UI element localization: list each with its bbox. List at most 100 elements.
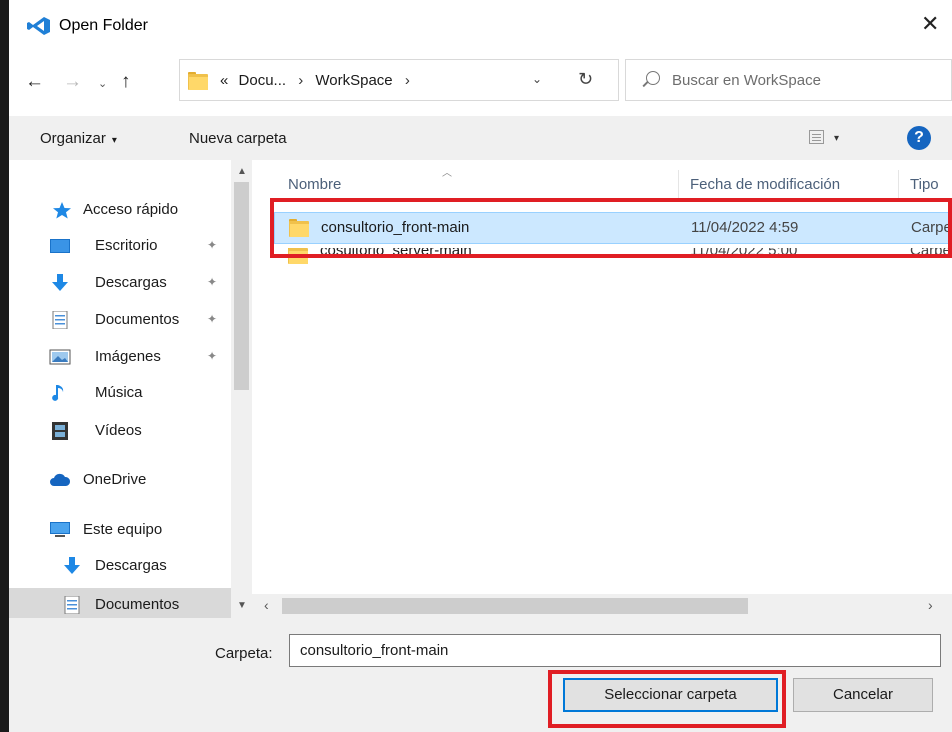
desktop-icon xyxy=(50,239,70,253)
pin-icon[interactable]: ✦ xyxy=(207,238,217,252)
nav-item-label: OneDrive xyxy=(83,471,147,488)
nav-item-label: Este equipo xyxy=(83,521,163,538)
nav-item-pictures[interactable]: Imágenes ✦ xyxy=(9,340,231,374)
nav-item-label: Escritorio xyxy=(95,237,158,254)
nav-item-label: Acceso rápido xyxy=(83,201,179,218)
up-arrow-icon[interactable]: ↑ xyxy=(121,70,131,94)
nav-item-downloads-pc[interactable]: Descargas xyxy=(9,549,231,583)
folder-icon xyxy=(289,219,311,237)
file-type: Carpeta xyxy=(911,219,952,236)
document-icon xyxy=(52,311,68,329)
forward-arrow-icon[interactable]: → xyxy=(63,70,82,94)
caret-down-icon: ▾ xyxy=(111,135,117,146)
column-header-date[interactable]: Fecha de modificación xyxy=(690,176,840,193)
nav-item-downloads[interactable]: Descargas ✦ xyxy=(9,266,231,300)
scroll-down-icon[interactable]: ▼ xyxy=(237,600,247,611)
scrollbar-thumb[interactable] xyxy=(282,598,748,614)
download-icon xyxy=(52,274,68,291)
help-icon[interactable]: ? xyxy=(907,126,931,150)
nav-item-music[interactable]: Música xyxy=(9,376,231,410)
title-bar: Open Folder ✕ xyxy=(9,0,952,52)
close-icon[interactable]: ✕ xyxy=(921,12,939,36)
pin-icon[interactable]: ✦ xyxy=(207,275,217,289)
view-options-button[interactable]: ▾ xyxy=(809,128,839,145)
command-bar: Organizar ▾ Nueva carpeta ▾ ? xyxy=(9,116,952,160)
pin-icon[interactable]: ✦ xyxy=(207,349,217,363)
breadcrumb-item[interactable]: WorkSpace xyxy=(315,72,392,89)
sort-ascending-icon: ︿ xyxy=(442,168,452,179)
column-divider[interactable] xyxy=(898,170,899,200)
nav-scrollbar[interactable]: ▲ ▼ xyxy=(231,160,252,618)
file-date: 11/04/2022 4:59 xyxy=(691,219,799,236)
breadcrumb-separator[interactable]: › xyxy=(405,72,410,89)
cancel-button[interactable]: Cancelar xyxy=(793,678,933,712)
scroll-left-icon[interactable]: ‹ xyxy=(264,597,269,613)
computer-icon xyxy=(50,522,70,537)
window-left-edge xyxy=(0,0,9,732)
column-header-type[interactable]: Tipo xyxy=(910,176,939,193)
nav-item-this-pc[interactable]: Este equipo xyxy=(9,513,231,547)
horizontal-scrollbar[interactable]: ‹ › xyxy=(252,594,952,618)
vscode-icon xyxy=(27,17,50,35)
breadcrumb-item[interactable]: Docu... xyxy=(239,72,287,89)
breadcrumb-separator[interactable]: › xyxy=(298,72,303,89)
search-input[interactable] xyxy=(672,60,942,100)
document-icon xyxy=(64,596,80,614)
window-title: Open Folder xyxy=(59,17,148,34)
file-name: cosultorio_server-main xyxy=(320,248,472,259)
file-row[interactable]: cosultorio_server-main 11/04/2022 5:00 C… xyxy=(274,248,952,270)
folder-name-field[interactable] xyxy=(289,634,941,667)
nav-item-label: Música xyxy=(95,384,143,401)
nav-item-label: Vídeos xyxy=(95,422,142,439)
nav-item-videos[interactable]: Vídeos xyxy=(9,414,231,448)
address-row: ← → ⌄ ↑ « Docu... › WorkSpace › ⌄ ↻ xyxy=(9,52,952,116)
column-header-name[interactable]: Nombre xyxy=(288,176,341,193)
music-icon xyxy=(52,385,64,401)
caret-down-icon: ▾ xyxy=(834,133,840,144)
nav-item-documents-pc[interactable]: Documentos xyxy=(9,588,231,622)
folder-icon xyxy=(188,72,210,90)
nav-item-label: Documentos xyxy=(95,596,180,613)
file-list: ︿ Nombre Fecha de modificación Tipo cons… xyxy=(252,160,952,618)
organize-button[interactable]: Organizar ▾ xyxy=(40,130,117,147)
back-arrow-icon[interactable]: ← xyxy=(25,70,44,94)
file-row[interactable]: consultorio_front-main 11/04/2022 4:59 C… xyxy=(274,212,952,244)
search-box xyxy=(625,59,952,101)
navigation-pane: Acceso rápido Escritorio ✦ Descargas ✦ D… xyxy=(9,160,252,622)
nav-item-desktop[interactable]: Escritorio ✦ xyxy=(9,229,231,263)
search-icon xyxy=(646,71,660,85)
nav-item-label: Documentos xyxy=(95,311,180,328)
file-type: Carpeta xyxy=(910,248,952,259)
nav-item-quick-access[interactable]: Acceso rápido xyxy=(9,193,231,227)
nav-item-label: Descargas xyxy=(95,274,167,291)
dialog-footer: Carpeta: Seleccionar carpeta Cancelar xyxy=(9,618,952,732)
refresh-icon[interactable]: ↻ xyxy=(578,69,593,90)
pin-icon[interactable]: ✦ xyxy=(207,312,217,326)
pictures-icon xyxy=(49,349,71,365)
file-date: 11/04/2022 5:00 xyxy=(690,248,798,259)
column-divider[interactable] xyxy=(678,170,679,200)
recent-locations-icon[interactable]: ⌄ xyxy=(98,72,107,96)
folder-icon xyxy=(288,248,310,264)
new-folder-button[interactable]: Nueva carpeta xyxy=(189,130,287,147)
scrollbar-thumb[interactable] xyxy=(234,182,249,390)
nav-item-label: Imágenes xyxy=(95,348,161,365)
scroll-up-icon[interactable]: ▲ xyxy=(237,166,247,177)
nav-item-documents[interactable]: Documentos ✦ xyxy=(9,303,231,337)
star-icon xyxy=(53,202,71,219)
chevron-down-icon[interactable]: ⌄ xyxy=(532,72,542,86)
cloud-icon xyxy=(50,473,71,486)
download-icon xyxy=(64,557,80,574)
view-details-icon xyxy=(809,130,824,145)
nav-item-onedrive[interactable]: OneDrive xyxy=(9,463,231,497)
folder-field-label: Carpeta: xyxy=(215,645,273,662)
nav-item-label: Descargas xyxy=(95,557,167,574)
select-folder-button[interactable]: Seleccionar carpeta xyxy=(563,678,778,712)
organize-label: Organizar xyxy=(40,130,106,147)
file-name: consultorio_front-main xyxy=(321,219,470,236)
scroll-right-icon[interactable]: › xyxy=(928,597,933,613)
breadcrumb-overflow[interactable]: « xyxy=(220,72,228,89)
breadcrumb: « Docu... › WorkSpace › xyxy=(220,72,418,89)
videos-icon xyxy=(52,422,68,440)
address-bar[interactable]: « Docu... › WorkSpace › ⌄ ↻ xyxy=(179,59,619,101)
